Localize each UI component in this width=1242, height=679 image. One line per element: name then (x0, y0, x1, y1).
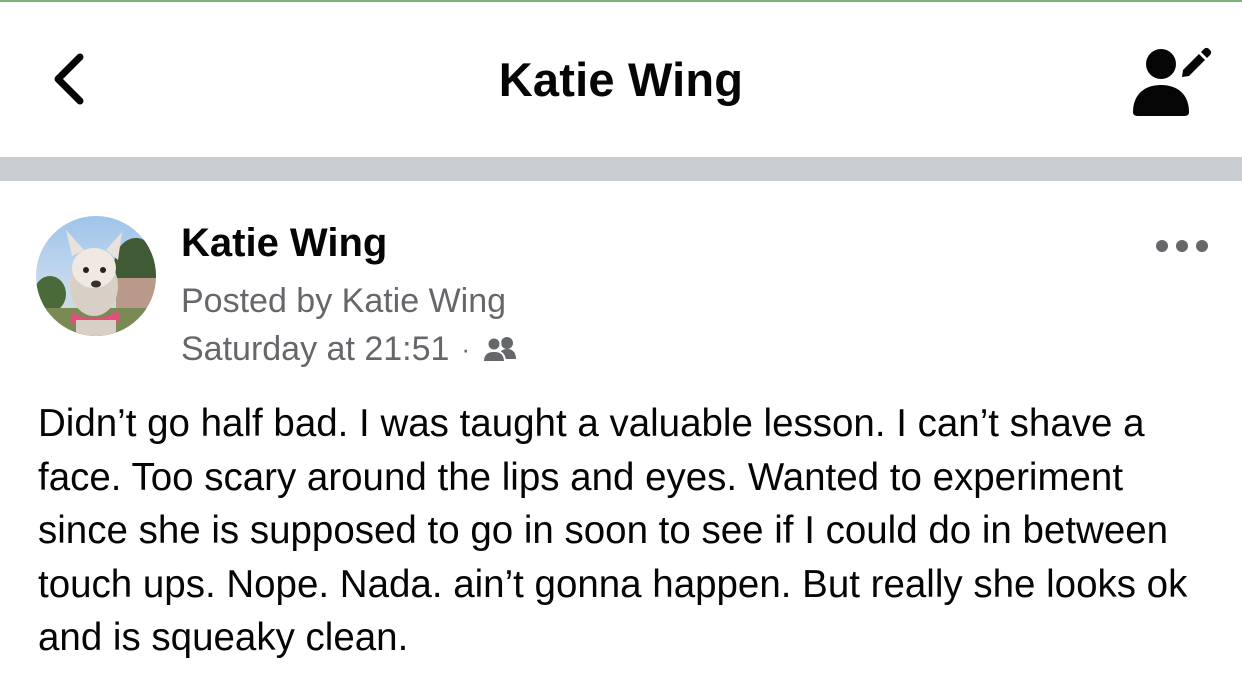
more-horizontal-icon (1156, 240, 1208, 252)
page-title: Katie Wing (498, 53, 744, 106)
post-meta: Saturday at 21:51 · (181, 327, 518, 371)
section-divider (0, 157, 1242, 181)
profile-edit-icon (1133, 47, 1212, 116)
more-options-button[interactable] (1150, 226, 1214, 266)
chevron-left-icon (54, 53, 84, 105)
back-button[interactable] (40, 44, 100, 114)
post-timestamp[interactable]: Saturday at 21:51 (181, 327, 449, 371)
navigation-bar: Katie Wing (0, 2, 1242, 157)
post-card: Katie Wing Posted by Katie Wing Saturday… (0, 181, 1242, 679)
post-author-name[interactable]: Katie Wing (181, 219, 387, 267)
meta-separator: · (461, 334, 471, 364)
avatar-photo (36, 216, 156, 336)
posted-by-label: Posted by Katie Wing (181, 282, 507, 320)
post-text: Didn’t go half bad. I was taught a valua… (38, 402, 1188, 659)
edit-profile-button[interactable] (1125, 42, 1215, 122)
avatar[interactable] (36, 216, 156, 336)
friends-icon (482, 336, 517, 363)
